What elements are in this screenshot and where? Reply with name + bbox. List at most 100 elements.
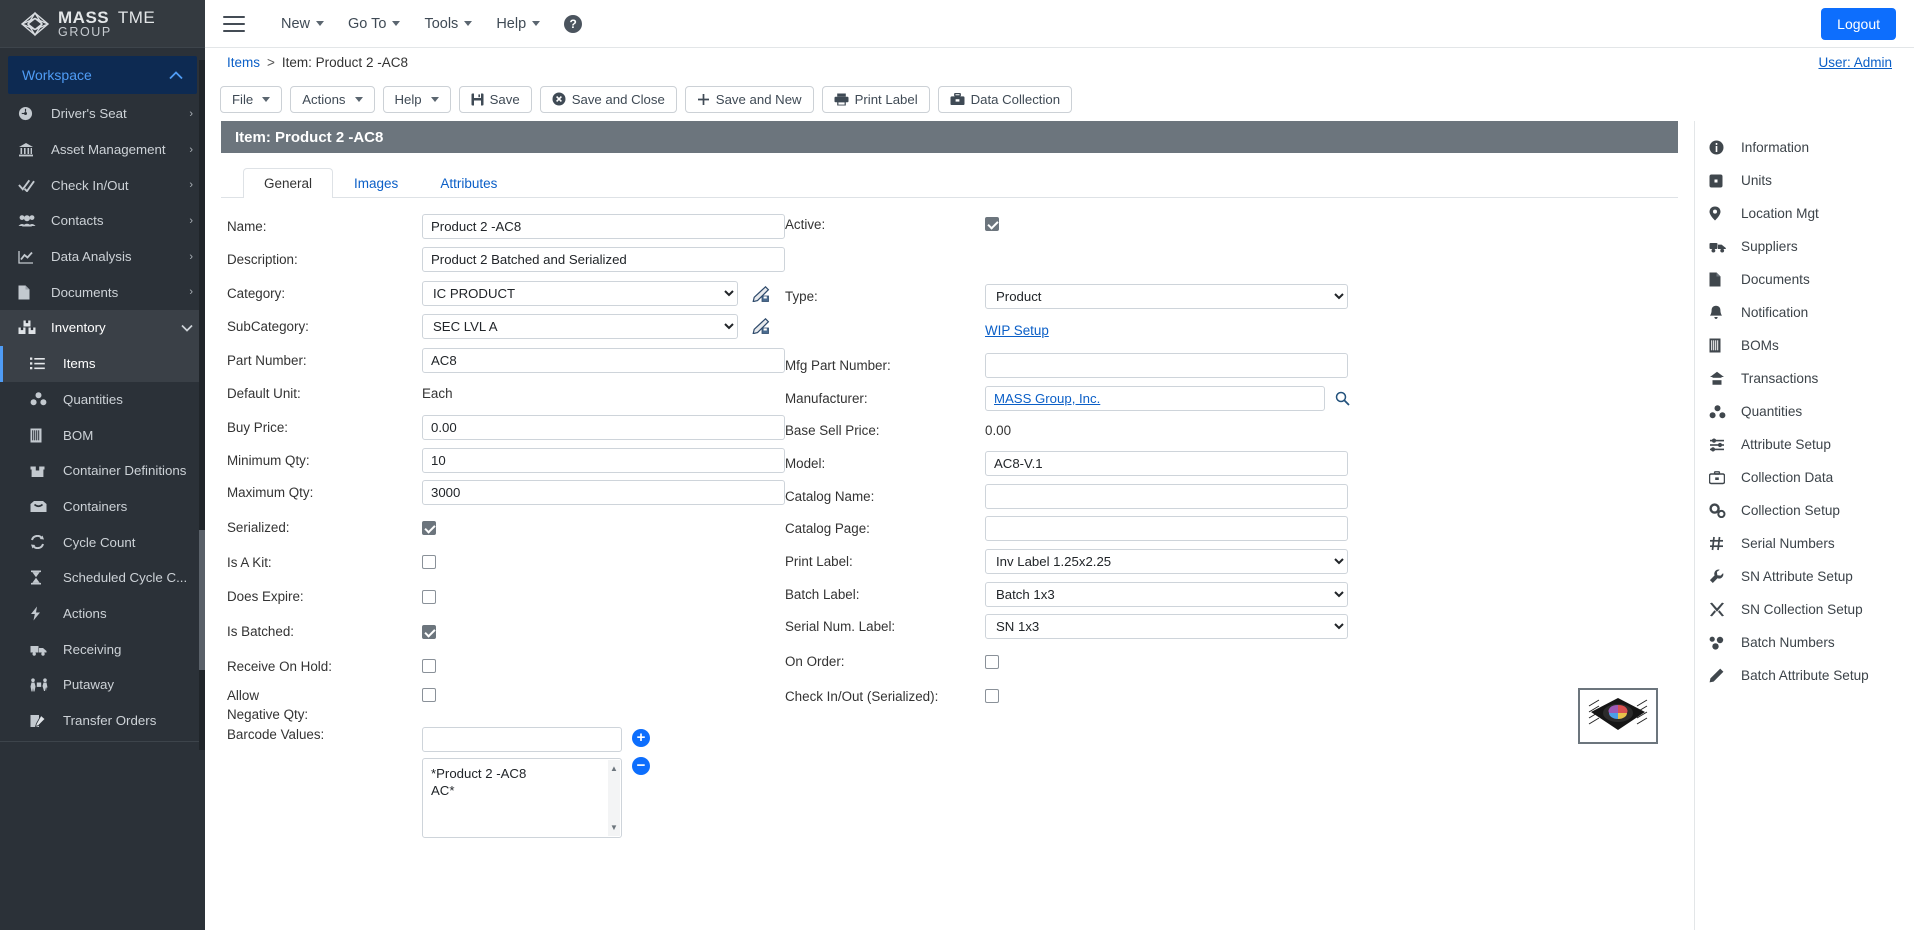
minus-circle-icon[interactable]: − — [632, 757, 650, 775]
description-input[interactable] — [422, 247, 785, 272]
check-in-out-checkbox[interactable] — [985, 689, 999, 703]
user-admin-link[interactable]: User: Admin — [1818, 55, 1892, 70]
part-number-input[interactable] — [422, 348, 785, 373]
subcategory-select[interactable]: SEC LVL A — [422, 314, 738, 339]
search-icon[interactable] — [1335, 391, 1350, 406]
breadcrumb-items-link[interactable]: Items — [227, 55, 260, 70]
scroll-up-icon[interactable]: ▲ — [610, 760, 618, 777]
manufacturer-link[interactable]: MASS Group, Inc. — [994, 391, 1100, 406]
catalog-name-input[interactable] — [985, 484, 1348, 509]
wip-setup-link[interactable]: WIP Setup — [985, 323, 1049, 338]
active-checkbox[interactable] — [985, 217, 999, 231]
sidebar-item-actions[interactable]: Actions — [0, 596, 205, 632]
chevron-up-icon[interactable] — [169, 71, 183, 80]
sidebar-item-scheduled-cycle-count[interactable]: Scheduled Cycle C... — [0, 560, 205, 596]
panel-item-quantities[interactable]: Quantities — [1695, 395, 1914, 428]
sidebar-item-quantities[interactable]: Quantities — [0, 382, 205, 418]
sidebar-item-cycle-count[interactable]: Cycle Count — [0, 524, 205, 560]
model-input[interactable] — [985, 451, 1348, 476]
panel-item-batch-attribute-setup[interactable]: Batch Attribute Setup — [1695, 659, 1914, 692]
panel-item-units[interactable]: Units — [1695, 164, 1914, 197]
sidebar-item-drivers-seat[interactable]: Driver's Seat › — [0, 96, 205, 132]
menu-help[interactable]: Help — [484, 10, 552, 38]
panel-item-location-mgt[interactable]: Location Mgt — [1695, 197, 1914, 230]
sidebar-item-bom[interactable]: BOM — [0, 417, 205, 453]
bom-icon — [1709, 338, 1731, 353]
sidebar-item-data-analysis[interactable]: Data Analysis › — [0, 239, 205, 275]
edit-subcategory-pencil-icon[interactable] — [752, 318, 770, 334]
sidebar-item-documents[interactable]: Documents › — [0, 274, 205, 310]
panel-item-sn-attribute-setup[interactable]: SN Attribute Setup — [1695, 560, 1914, 593]
plus-circle-icon[interactable]: + — [632, 729, 650, 747]
sidebar-item-receiving[interactable]: Receiving — [0, 631, 205, 667]
print-label-button[interactable]: Print Label — [822, 86, 930, 113]
save-and-close-button[interactable]: Save and Close — [540, 86, 677, 113]
sidebar-item-items[interactable]: Items — [0, 346, 205, 382]
scroll-down-icon[interactable]: ▼ — [610, 819, 618, 836]
breadcrumb-separator: > — [267, 55, 275, 70]
sidebar-item-contacts[interactable]: Contacts › — [0, 203, 205, 239]
panel-item-collection-data[interactable]: Collection Data — [1695, 461, 1914, 494]
barcode-list-scrollbar[interactable]: ▲ ▼ — [608, 760, 620, 836]
is-batched-checkbox[interactable] — [422, 625, 436, 639]
panel-item-sn-collection-setup[interactable]: SN Collection Setup — [1695, 593, 1914, 626]
manufacturer-field[interactable]: MASS Group, Inc. — [985, 386, 1325, 411]
mfg-part-number-input[interactable] — [985, 353, 1348, 378]
barcode-input[interactable] — [422, 727, 622, 752]
tab-general[interactable]: General — [243, 168, 333, 198]
sidebar-item-asset-management[interactable]: Asset Management › — [0, 132, 205, 168]
buy-price-input[interactable] — [422, 415, 785, 440]
panel-item-serial-numbers[interactable]: Serial Numbers — [1695, 527, 1914, 560]
name-input[interactable] — [422, 214, 785, 239]
menu-tools[interactable]: Tools — [412, 10, 484, 38]
tab-attributes[interactable]: Attributes — [419, 168, 518, 198]
data-collection-button[interactable]: Data Collection — [938, 86, 1072, 113]
panel-item-documents[interactable]: Documents — [1695, 263, 1914, 296]
sidebar-item-transfer-orders[interactable]: Transfer Orders — [0, 703, 205, 739]
sidebar-item-putaway[interactable]: Putaway — [0, 667, 205, 703]
on-order-checkbox[interactable] — [985, 655, 999, 669]
panel-item-suppliers[interactable]: Suppliers — [1695, 230, 1914, 263]
allow-negative-qty-checkbox[interactable] — [422, 688, 436, 702]
edit-category-pencil-icon[interactable] — [752, 286, 770, 302]
batch-label-select[interactable]: Batch 1x3 — [985, 582, 1348, 607]
type-select[interactable]: Product — [985, 284, 1348, 309]
sidebar-item-container-definitions[interactable]: Container Definitions — [0, 453, 205, 489]
button-label: Help — [395, 92, 422, 107]
panel-item-label: SN Collection Setup — [1741, 602, 1863, 617]
hamburger-icon[interactable] — [223, 16, 245, 32]
does-expire-checkbox[interactable] — [422, 590, 436, 604]
minimum-qty-input[interactable] — [422, 448, 785, 473]
serialized-checkbox[interactable] — [422, 521, 436, 535]
category-select[interactable]: IC PRODUCT — [422, 281, 738, 306]
panel-item-attribute-setup[interactable]: Attribute Setup — [1695, 428, 1914, 461]
panel-item-transactions[interactable]: Transactions — [1695, 362, 1914, 395]
maximum-qty-input[interactable] — [422, 480, 785, 505]
question-circle-icon[interactable]: ? — [564, 15, 582, 33]
panel-item-boms[interactable]: BOMs — [1695, 329, 1914, 362]
sidebar-workspace-header[interactable]: Workspace — [8, 56, 197, 94]
actions-menu-button[interactable]: Actions — [290, 86, 374, 113]
serial-num-label-select[interactable]: SN 1x3 — [985, 614, 1348, 639]
logout-button[interactable]: Logout — [1821, 8, 1896, 40]
panel-item-information[interactable]: Information — [1695, 131, 1914, 164]
sidebar-item-containers[interactable]: Containers — [0, 489, 205, 525]
is-a-kit-checkbox[interactable] — [422, 555, 436, 569]
panel-item-batch-numbers[interactable]: Batch Numbers — [1695, 626, 1914, 659]
print-label-select[interactable]: Inv Label 1.25x2.25 — [985, 549, 1348, 574]
barcode-list[interactable]: *Product 2 -AC8 AC* ▲ ▼ — [422, 758, 622, 838]
save-and-new-button[interactable]: Save and New — [685, 86, 814, 113]
item-thumbnail[interactable] — [1578, 688, 1658, 744]
receive-on-hold-checkbox[interactable] — [422, 659, 436, 673]
catalog-page-input[interactable] — [985, 516, 1348, 541]
save-button[interactable]: Save — [459, 86, 532, 113]
panel-item-collection-setup[interactable]: Collection Setup — [1695, 494, 1914, 527]
help-menu-button[interactable]: Help — [383, 86, 451, 113]
sidebar-item-inventory[interactable]: Inventory — [0, 310, 205, 346]
panel-item-notification[interactable]: Notification — [1695, 296, 1914, 329]
tab-images[interactable]: Images — [333, 168, 419, 198]
sidebar-item-check-in-out[interactable]: Check In/Out › — [0, 167, 205, 203]
file-menu-button[interactable]: File — [220, 86, 282, 113]
menu-go-to[interactable]: Go To — [336, 10, 412, 38]
menu-new[interactable]: New — [269, 10, 336, 38]
